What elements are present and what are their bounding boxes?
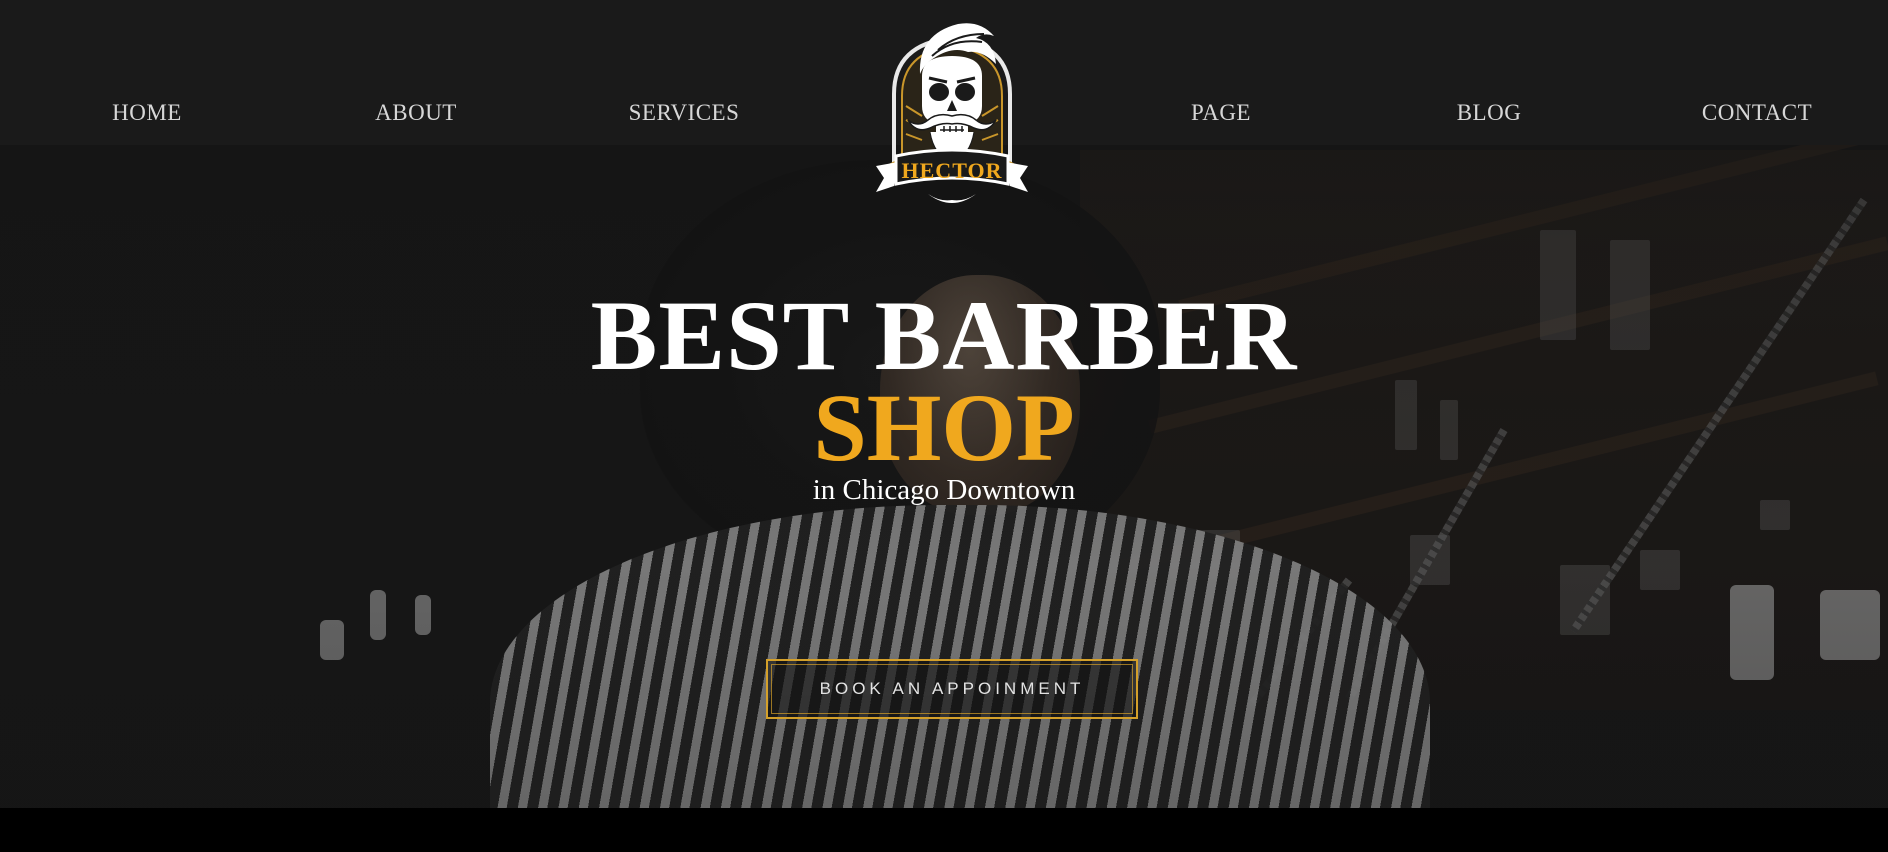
nav-blog-link[interactable]: BLOG <box>1457 100 1522 126</box>
nav-services-link[interactable]: SERVICES <box>629 100 740 126</box>
hector-logo[interactable]: HECTOR <box>872 16 1032 210</box>
hero-title-line2: SHOP <box>813 374 1075 481</box>
logo-text: HECTOR <box>901 158 1003 183</box>
bottom-bar <box>0 808 1888 852</box>
nav-contact-link[interactable]: CONTACT <box>1702 100 1812 126</box>
book-appointment-label: BOOK AN APPOINMENT <box>819 679 1085 698</box>
nav-about-link[interactable]: ABOUT <box>375 100 457 126</box>
hero-section: HOME ABOUT SERVICES PAGE BLOG CONTACT HE… <box>0 0 1888 808</box>
nav-page-link[interactable]: PAGE <box>1191 100 1251 126</box>
nav-home-link[interactable]: HOME <box>112 100 182 126</box>
hero-title-line1: BEST BARBER <box>590 280 1298 391</box>
book-appointment-button[interactable]: BOOK AN APPOINMENT <box>766 659 1138 719</box>
hero-subtitle: in Chicago Downtown <box>812 474 1076 506</box>
